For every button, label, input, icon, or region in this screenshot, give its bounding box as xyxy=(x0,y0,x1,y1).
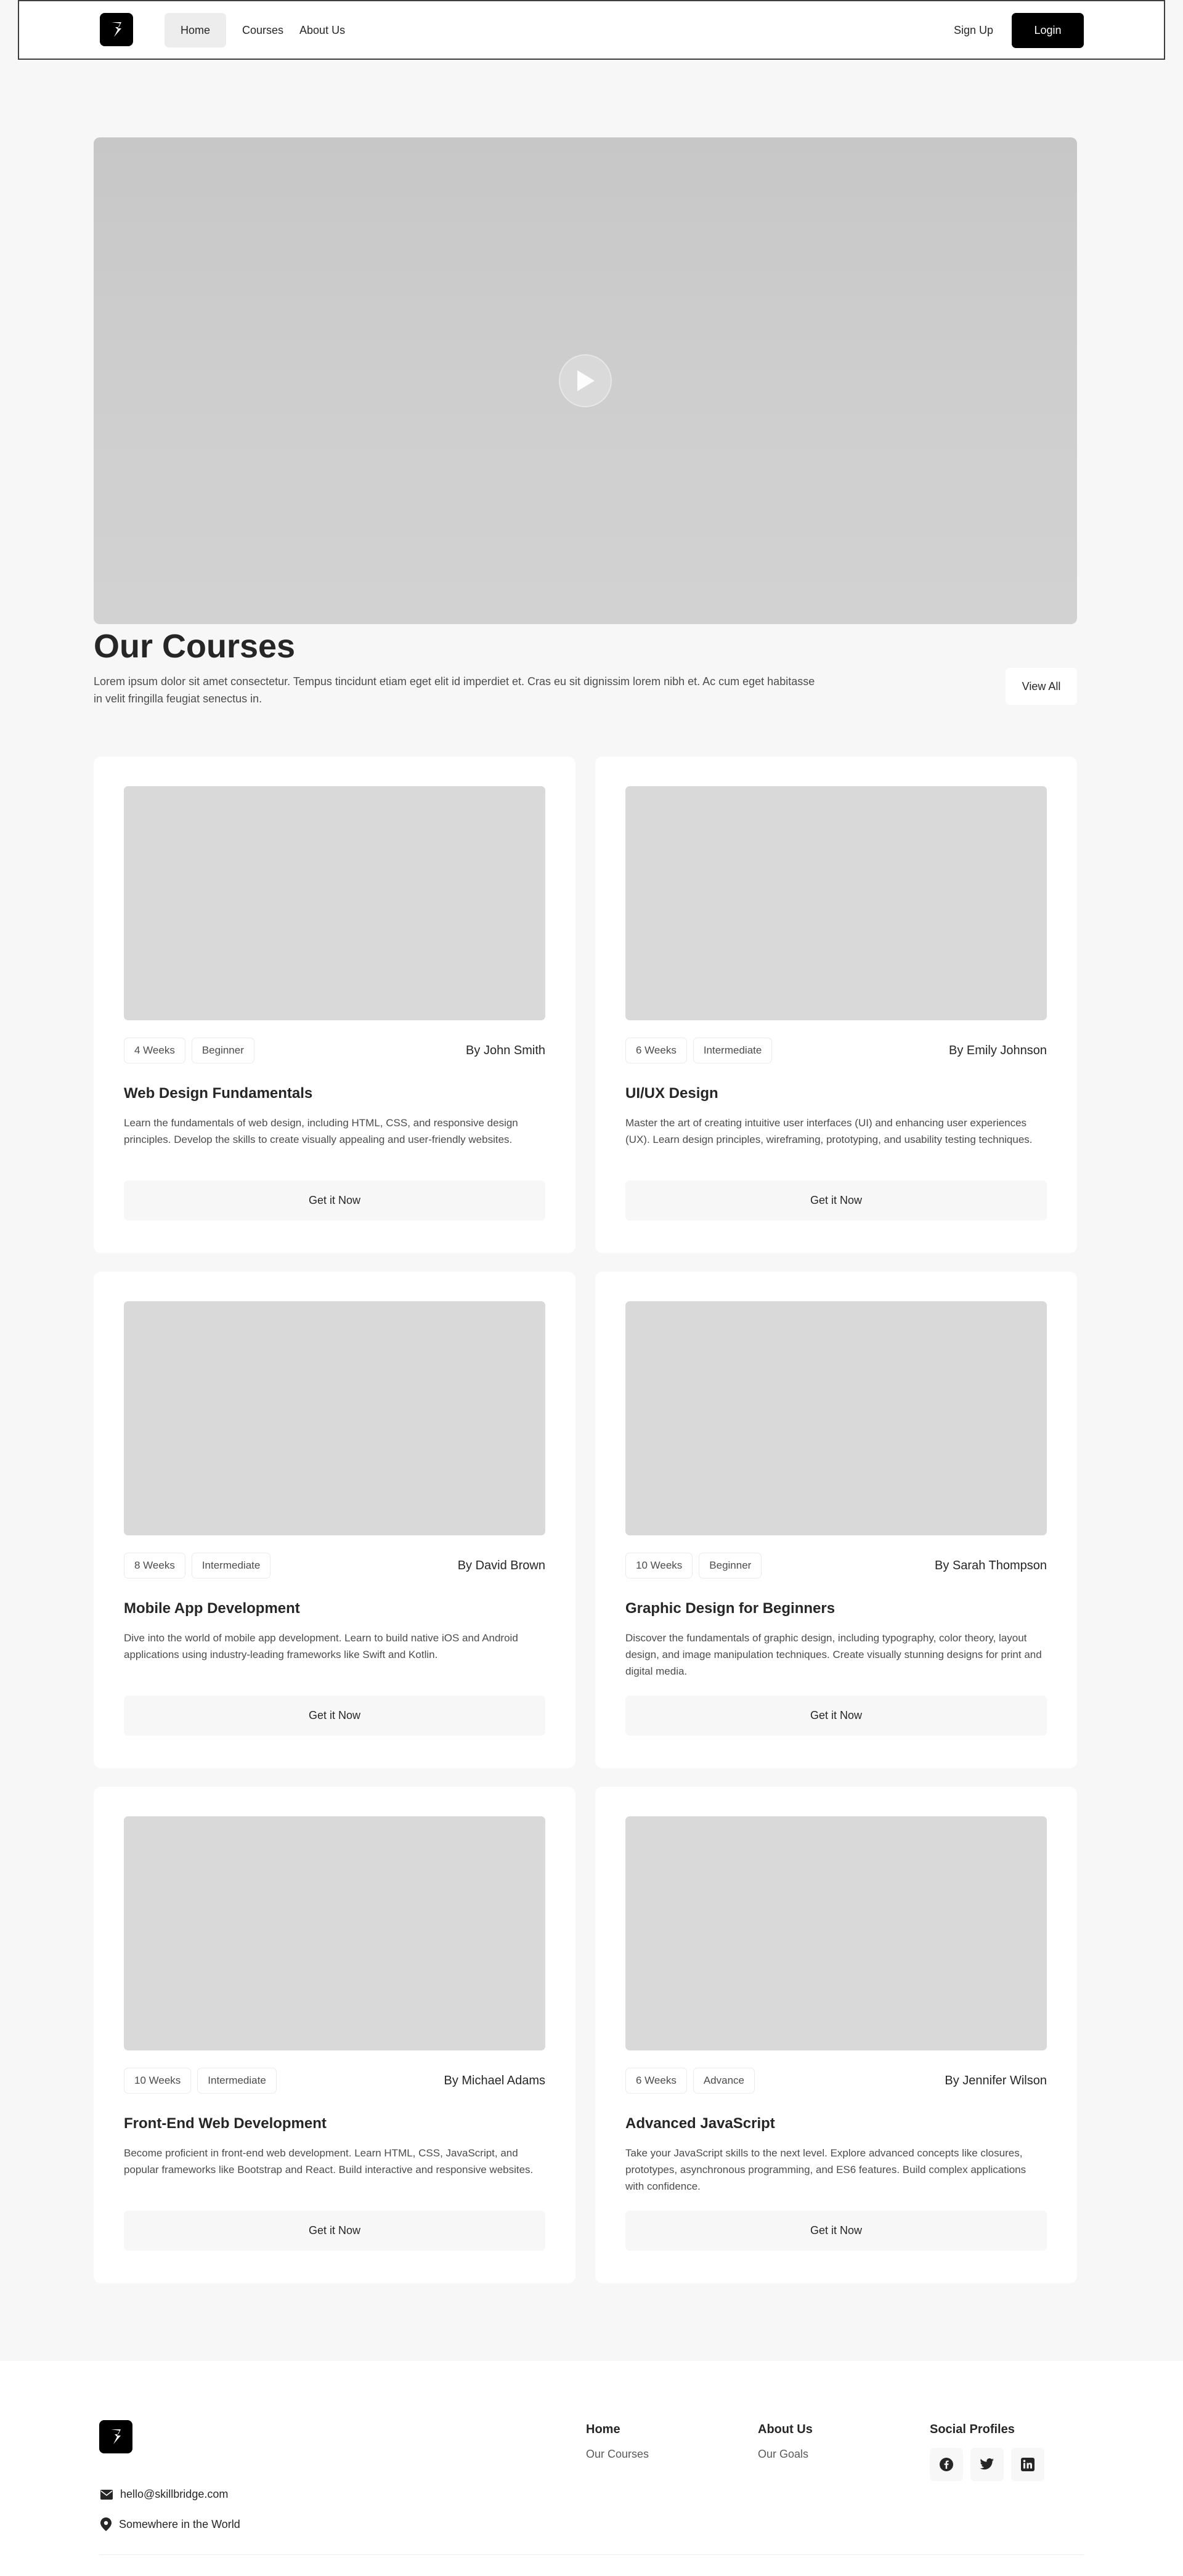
duration-tag: 10 Weeks xyxy=(625,1553,693,1579)
logo[interactable] xyxy=(100,13,133,46)
footer-link[interactable]: Our Courses xyxy=(586,2448,649,2461)
nav-links: Home Courses About Us xyxy=(165,13,361,47)
signup-link[interactable]: Sign Up xyxy=(954,24,993,37)
linkedin-button[interactable] xyxy=(1011,2448,1044,2481)
linkedin-icon xyxy=(1021,2458,1035,2471)
get-it-now-button[interactable]: Get it Now xyxy=(625,1696,1047,1736)
footer-col-about: About Us Our Goals xyxy=(758,2423,813,2461)
course-author: By David Brown xyxy=(457,1558,545,1572)
duration-tag: 8 Weeks xyxy=(124,1553,185,1579)
get-it-now-button[interactable]: Get it Now xyxy=(625,2211,1047,2251)
course-image xyxy=(625,786,1047,1020)
nav-courses[interactable]: Courses xyxy=(242,13,283,47)
course-title: Advanced JavaScript xyxy=(625,2115,775,2132)
location-icon xyxy=(100,2517,112,2531)
view-all-button[interactable]: View All xyxy=(1006,668,1077,705)
level-tag: Intermediate xyxy=(197,2068,277,2094)
get-it-now-button[interactable]: Get it Now xyxy=(625,1180,1047,1221)
footer-col-title[interactable]: About Us xyxy=(758,2423,813,2437)
level-tag: Beginner xyxy=(191,1038,254,1063)
facebook-icon xyxy=(940,2458,953,2471)
footer-link[interactable]: Our Goals xyxy=(758,2448,813,2461)
course-card: 6 Weeks Intermediate By Emily Johnson UI… xyxy=(595,757,1077,1253)
course-tags: 10 Weeks Beginner xyxy=(625,1553,762,1579)
course-title: UI/UX Design xyxy=(625,1085,718,1102)
level-tag: Intermediate xyxy=(693,1038,773,1063)
course-description: Become proficient in front-end web devel… xyxy=(124,2147,534,2176)
level-tag: Advance xyxy=(693,2068,755,2094)
footer: hello@skillbridge.com Somewhere in the W… xyxy=(0,2361,1183,2576)
course-card: 10 Weeks Intermediate By Michael Adams F… xyxy=(94,1787,575,2283)
footer-col-title: Social Profiles xyxy=(930,2423,1015,2436)
section-description: Lorem ipsum dolor sit amet consectetur. … xyxy=(94,675,815,705)
course-title: Front-End Web Development xyxy=(124,2115,327,2132)
footer-col-title[interactable]: Home xyxy=(586,2423,649,2437)
footer-location: Somewhere in the World xyxy=(100,2517,240,2531)
footer-col-social: Social Profiles xyxy=(930,2423,1044,2481)
course-description: Learn the fundamentals of web design, in… xyxy=(124,1117,518,1145)
twitter-button[interactable] xyxy=(970,2448,1004,2481)
course-title: Web Design Fundamentals xyxy=(124,1085,313,1102)
section-title: Our Courses xyxy=(94,628,296,665)
course-author: By Michael Adams xyxy=(444,2073,545,2087)
course-title: Graphic Design for Beginners xyxy=(625,1600,835,1617)
course-image xyxy=(124,786,545,1020)
footer-divider xyxy=(99,2554,1084,2555)
nav-home[interactable]: Home xyxy=(165,13,226,47)
course-card: 6 Weeks Advance By Jennifer Wilson Advan… xyxy=(595,1787,1077,2283)
course-card: 4 Weeks Beginner By John Smith Web Desig… xyxy=(94,757,575,1253)
course-description: Master the art of creating intuitive use… xyxy=(625,1117,1033,1145)
course-description: Take your JavaScript skills to the next … xyxy=(625,2147,1026,2192)
level-tag: Beginner xyxy=(699,1553,762,1579)
facebook-button[interactable] xyxy=(930,2448,963,2481)
course-tags: 4 Weeks Beginner xyxy=(124,1038,254,1063)
hero-video[interactable] xyxy=(94,137,1077,624)
course-card: 10 Weeks Beginner By Sarah Thompson Grap… xyxy=(595,1272,1077,1768)
footer-logo[interactable] xyxy=(99,2420,132,2453)
logo-icon xyxy=(112,22,121,37)
course-card: 8 Weeks Intermediate By David Brown Mobi… xyxy=(94,1272,575,1768)
course-author: By John Smith xyxy=(466,1043,545,1057)
duration-tag: 6 Weeks xyxy=(625,2068,687,2094)
footer-email-text: hello@skillbridge.com xyxy=(120,2488,229,2500)
course-image xyxy=(124,1816,545,2050)
navbar: Home Courses About Us Sign Up Login xyxy=(18,0,1165,60)
logo-icon xyxy=(111,2429,121,2444)
nav-auth: Sign Up Login xyxy=(954,13,1084,48)
mail-icon xyxy=(100,2489,113,2500)
footer-email[interactable]: hello@skillbridge.com xyxy=(100,2488,228,2501)
course-tags: 10 Weeks Intermediate xyxy=(124,2068,277,2094)
course-image xyxy=(124,1301,545,1535)
get-it-now-button[interactable]: Get it Now xyxy=(124,1180,545,1221)
play-button[interactable] xyxy=(559,354,612,407)
course-tags: 6 Weeks Intermediate xyxy=(625,1038,773,1063)
social-icons xyxy=(930,2448,1044,2481)
get-it-now-button[interactable]: Get it Now xyxy=(124,2211,545,2251)
duration-tag: 4 Weeks xyxy=(124,1038,185,1063)
footer-col-home: Home Our Courses xyxy=(586,2423,649,2461)
footer-location-text: Somewhere in the World xyxy=(119,2517,240,2530)
course-tags: 8 Weeks Intermediate xyxy=(124,1553,271,1579)
course-author: By Sarah Thompson xyxy=(935,1558,1047,1572)
level-tag: Intermediate xyxy=(191,1553,271,1579)
nav-about[interactable]: About Us xyxy=(299,13,345,47)
twitter-icon xyxy=(980,2458,994,2470)
duration-tag: 10 Weeks xyxy=(124,2068,192,2094)
course-tags: 6 Weeks Advance xyxy=(625,2068,755,2094)
duration-tag: 6 Weeks xyxy=(625,1038,687,1063)
course-author: By Emily Johnson xyxy=(949,1043,1047,1057)
course-title: Mobile App Development xyxy=(124,1600,300,1617)
play-icon xyxy=(577,370,595,391)
login-button[interactable]: Login xyxy=(1012,13,1084,48)
course-image xyxy=(625,1301,1047,1535)
course-description: Discover the fundamentals of graphic des… xyxy=(625,1632,1042,1677)
course-image xyxy=(625,1816,1047,2050)
course-author: By Jennifer Wilson xyxy=(945,2073,1047,2087)
course-description: Dive into the world of mobile app develo… xyxy=(124,1632,518,1660)
get-it-now-button[interactable]: Get it Now xyxy=(124,1696,545,1736)
